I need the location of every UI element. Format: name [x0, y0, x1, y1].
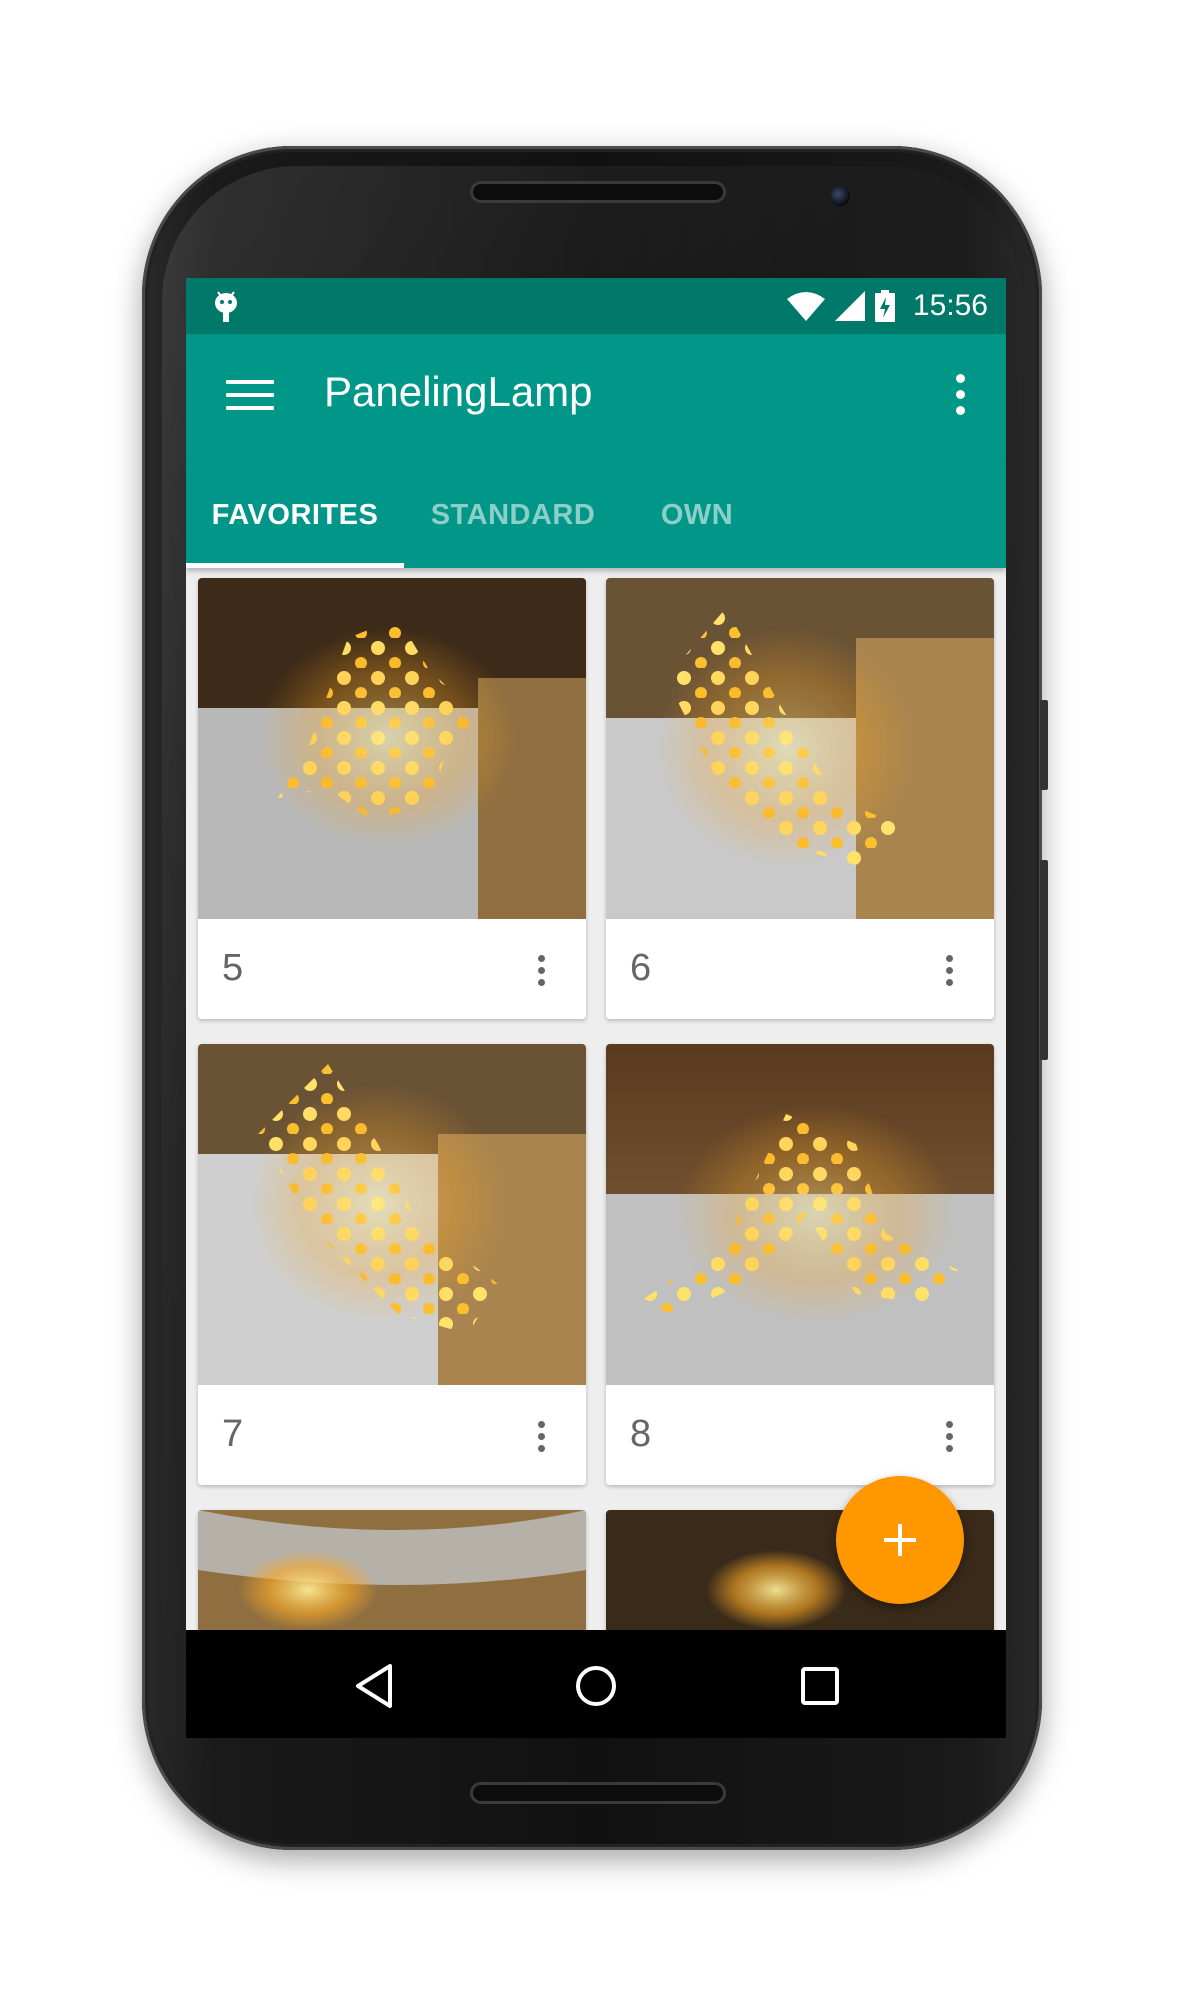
lamp-photo	[198, 1510, 586, 1640]
card-more-icon[interactable]	[944, 955, 954, 989]
android-notification-icon	[215, 291, 237, 322]
volume-button	[1040, 860, 1048, 1060]
app-bar: PanelingLamp	[186, 334, 1006, 462]
card-label: 5	[222, 947, 244, 989]
card-footer: 7	[198, 1385, 586, 1485]
power-button	[1040, 700, 1048, 790]
lamp-card[interactable]: 6	[606, 578, 994, 1019]
add-icon	[884, 1524, 916, 1556]
lamp-photo	[198, 578, 586, 919]
menu-icon[interactable]	[226, 380, 274, 414]
card-more-icon[interactable]	[944, 1421, 954, 1455]
front-camera	[830, 186, 850, 206]
card-more-icon[interactable]	[536, 1421, 546, 1455]
card-footer: 6	[606, 919, 994, 1019]
card-label: 6	[630, 947, 652, 989]
add-fab[interactable]	[836, 1476, 964, 1604]
status-bar: 15:56	[186, 278, 1006, 334]
wifi-icon	[786, 292, 825, 321]
recents-icon[interactable]	[790, 1656, 850, 1716]
tab-indicator	[186, 563, 404, 568]
lamp-card[interactable]: 5	[198, 578, 586, 1019]
tab-favorites[interactable]: FAVORITES	[186, 462, 404, 568]
app-title: PanelingLamp	[324, 368, 593, 415]
navigation-bar	[186, 1630, 1006, 1738]
more-vert-icon[interactable]	[954, 374, 966, 418]
home-icon[interactable]	[566, 1656, 626, 1716]
lamp-card[interactable]: 8	[606, 1044, 994, 1485]
bottom-speaker	[470, 1782, 726, 1804]
battery-charging-icon	[874, 290, 895, 322]
lamp-photo	[606, 1044, 994, 1385]
tab-standard[interactable]: STANDARD	[404, 462, 622, 568]
card-footer: 8	[606, 1385, 994, 1485]
tab-bar: FAVORITES STANDARD OWN	[186, 462, 1006, 568]
lamp-photo	[198, 1044, 586, 1385]
status-icons: 15:56	[786, 278, 988, 334]
lamp-card[interactable]: 7	[198, 1044, 586, 1485]
top-speaker	[470, 181, 726, 203]
card-more-icon[interactable]	[536, 955, 546, 989]
screen: 15:56 PanelingLamp FAVORITES STANDARD OW…	[186, 278, 1006, 1738]
lamp-card[interactable]	[198, 1510, 586, 1640]
card-label: 8	[630, 1413, 652, 1455]
card-label: 7	[222, 1413, 244, 1455]
card-footer: 5	[198, 919, 586, 1019]
status-time: 15:56	[912, 289, 988, 322]
tab-own[interactable]: OWN	[622, 462, 772, 568]
back-icon[interactable]	[344, 1656, 404, 1716]
lamp-photo	[606, 578, 994, 919]
signal-icon	[834, 291, 865, 321]
